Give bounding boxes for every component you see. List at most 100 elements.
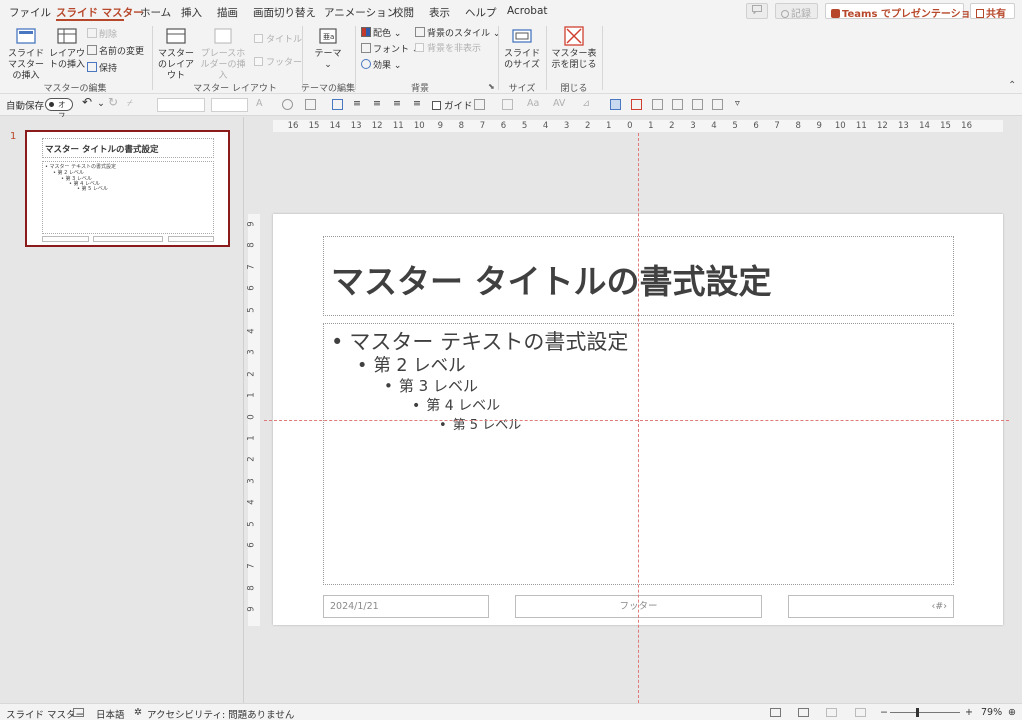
change-case-icon[interactable]: Aa: [527, 98, 539, 109]
spelling-check-icon[interactable]: [73, 708, 84, 717]
tab-slide-master[interactable]: スライド マスター: [56, 5, 144, 20]
accessibility-status[interactable]: アクセシビリティ: 問題ありません: [147, 707, 294, 720]
undo-icon[interactable]: ↶: [82, 95, 92, 109]
tab-transitions[interactable]: 画面切り替え: [253, 5, 316, 20]
hide-background-checkbox[interactable]: 背景を非表示: [415, 43, 481, 55]
share-button[interactable]: 共有: [970, 3, 1015, 20]
ruler-tick-label: 2: [584, 121, 591, 131]
text-level-4[interactable]: • 第 4 レベル: [412, 395, 500, 415]
tab-help[interactable]: ヘルプ: [465, 5, 497, 20]
normal-view-icon[interactable]: [770, 708, 781, 717]
insert-slide-master-button[interactable]: スライド マスターの挿入: [4, 26, 48, 82]
bring-forward-icon[interactable]: [692, 99, 703, 110]
bullet-icon: •: [331, 330, 344, 354]
insert-slide-master-label: スライド マスターの挿入: [7, 49, 44, 81]
master-title-text[interactable]: マスター タイトルの書式設定: [331, 255, 772, 303]
zoom-slider-thumb[interactable]: [916, 708, 919, 717]
align-center-icon[interactable]: ≡: [373, 98, 381, 109]
selection-pane-icon[interactable]: [610, 99, 621, 110]
background-dialog-launcher-icon[interactable]: ⬊: [488, 82, 495, 91]
ribbon-separator: [546, 26, 547, 90]
date-placeholder[interactable]: 2024/1/21: [323, 595, 489, 618]
title-checkbox[interactable]: タイトル: [254, 34, 302, 46]
delete-button[interactable]: 削除: [87, 28, 117, 41]
send-backward-icon[interactable]: [712, 99, 723, 110]
tab-acrobat[interactable]: Acrobat: [507, 5, 548, 17]
record-label: 記録: [791, 9, 811, 20]
font-size-box[interactable]: [211, 98, 248, 112]
justify-icon[interactable]: ≡: [413, 98, 421, 109]
slide-number-placeholder[interactable]: ‹#›: [788, 595, 954, 618]
accessibility-icon[interactable]: ✲: [134, 707, 142, 718]
align-left-icon[interactable]: ≡: [353, 98, 361, 109]
vertical-guide[interactable]: [638, 133, 639, 703]
effects-button[interactable]: 効果 ⌄: [361, 59, 401, 72]
tab-review[interactable]: 校閲: [393, 5, 414, 20]
group-icon[interactable]: [652, 99, 663, 110]
insert-placeholder-button[interactable]: プレースホルダーの挿入: [197, 26, 249, 82]
language-indicator[interactable]: 日本語: [96, 707, 125, 720]
zoom-level[interactable]: 79%: [981, 707, 1002, 718]
preserve-label: 保持: [99, 64, 118, 74]
ruler-tick-label: 8: [795, 121, 801, 131]
zoom-in-icon[interactable]: +: [965, 707, 973, 718]
crop-icon[interactable]: ⊿: [582, 98, 590, 109]
tab-file[interactable]: ファイル: [9, 5, 51, 20]
arrange-icon[interactable]: [474, 99, 485, 110]
ruler-tick-label: 5: [246, 520, 257, 527]
footer-checkbox-label: フッター: [266, 58, 303, 68]
date-text: 2024/1/21: [330, 601, 379, 612]
char-spacing-icon[interactable]: AV: [553, 98, 565, 109]
font-name-box[interactable]: [157, 98, 205, 112]
insert-layout-button[interactable]: レイアウトの挿入: [48, 26, 86, 71]
master-layout-button[interactable]: マスターのレイアウト: [156, 26, 196, 82]
preserve-button[interactable]: 保持: [87, 62, 117, 75]
delete-shape-icon[interactable]: [631, 99, 642, 110]
tab-animations[interactable]: アニメーション: [324, 5, 397, 20]
theme-button[interactable]: 亜a テーマ ⌄: [308, 26, 348, 71]
customize-qat-icon[interactable]: ▿: [735, 98, 740, 109]
fonts-button[interactable]: フォント ⌄: [361, 43, 419, 56]
shape-fill-icon[interactable]: [282, 99, 293, 110]
slide-size-button[interactable]: スライドのサイズ: [502, 26, 542, 71]
distribute-icon[interactable]: [502, 99, 513, 110]
slide-sorter-icon[interactable]: [798, 708, 809, 717]
tab-view[interactable]: 表示: [429, 5, 450, 20]
colors-button[interactable]: 配色 ⌄: [361, 27, 401, 40]
text-box-icon[interactable]: [332, 99, 343, 110]
comment-button[interactable]: [746, 3, 768, 19]
text-level-5[interactable]: • 第 5 レベル: [439, 414, 521, 433]
autosave-toggle[interactable]: オフ: [45, 98, 73, 120]
record-button[interactable]: 記録: [775, 3, 818, 20]
ungroup-icon[interactable]: [672, 99, 683, 110]
footer-checkbox[interactable]: フッター: [254, 57, 302, 69]
close-master-view-button[interactable]: マスター表示を閉じる: [550, 26, 598, 71]
guides-checkbox[interactable]: ガイド: [432, 98, 473, 112]
redo-icon[interactable]: ↻: [108, 95, 118, 109]
collapse-ribbon-icon[interactable]: ⌃: [1008, 80, 1016, 91]
rename-button[interactable]: 名前の変更: [87, 45, 144, 58]
fit-to-window-icon[interactable]: ⊕: [1008, 707, 1016, 718]
background-styles-button[interactable]: 背景のスタイル ⌄: [415, 27, 500, 40]
align-right-icon[interactable]: ≡: [393, 98, 401, 109]
autosave-label: 自動保存: [6, 101, 45, 112]
zoom-out-icon[interactable]: −: [880, 707, 888, 718]
font-color-icon[interactable]: A: [256, 98, 263, 109]
bullet-icon: •: [357, 356, 368, 376]
ruler-tick-label: 7: [774, 121, 780, 131]
shape-outline-icon[interactable]: [305, 99, 316, 110]
teams-present-button[interactable]: Teams でプレゼンテーション: [825, 3, 981, 20]
text-level-3[interactable]: • 第 3 レベル: [384, 375, 478, 396]
format-painter-icon[interactable]: ⌿: [127, 98, 133, 109]
tab-home[interactable]: ホーム: [140, 5, 171, 20]
tab-draw[interactable]: 描画: [217, 5, 238, 20]
reading-view-icon[interactable]: [826, 708, 837, 717]
horizontal-guide[interactable]: [264, 420, 1009, 421]
zoom-slider[interactable]: [890, 712, 960, 713]
slideshow-icon[interactable]: [855, 708, 866, 717]
ruler-tick-label: 6: [753, 121, 759, 131]
tab-insert[interactable]: 挿入: [181, 5, 202, 20]
undo-dropdown-icon[interactable]: ⌄: [97, 98, 105, 109]
text-level-2[interactable]: • 第 2 レベル: [357, 352, 466, 377]
slide-master-thumbnail[interactable]: マスター タイトルの書式設定 • マスター テキストの書式設定 • 第 2 レベ…: [25, 130, 230, 247]
